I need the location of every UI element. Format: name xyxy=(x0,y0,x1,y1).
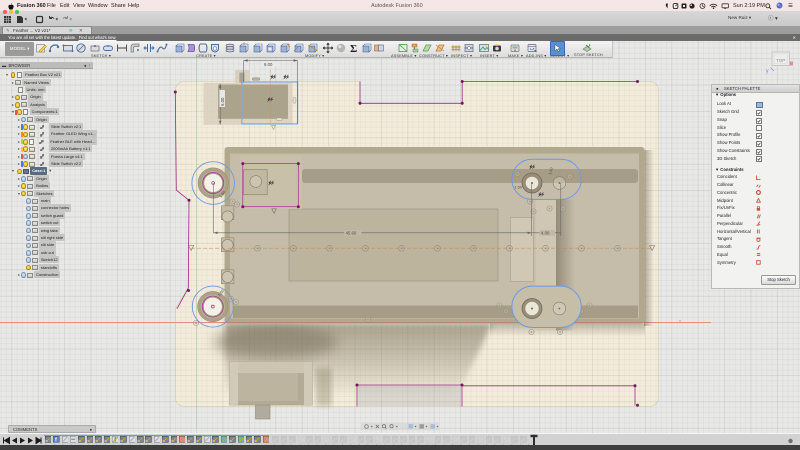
svg-text:9.00: 9.00 xyxy=(264,62,273,67)
svg-text:6.00: 6.00 xyxy=(220,97,225,106)
svg-text:1.50: 1.50 xyxy=(515,185,522,189)
svg-text:Σ: Σ xyxy=(350,43,357,54)
svg-text:x: x xyxy=(679,318,681,323)
svg-text:45.60: 45.60 xyxy=(346,231,357,236)
svg-text:TOP: TOP xyxy=(776,58,785,63)
svg-text:4.00: 4.00 xyxy=(541,231,550,236)
